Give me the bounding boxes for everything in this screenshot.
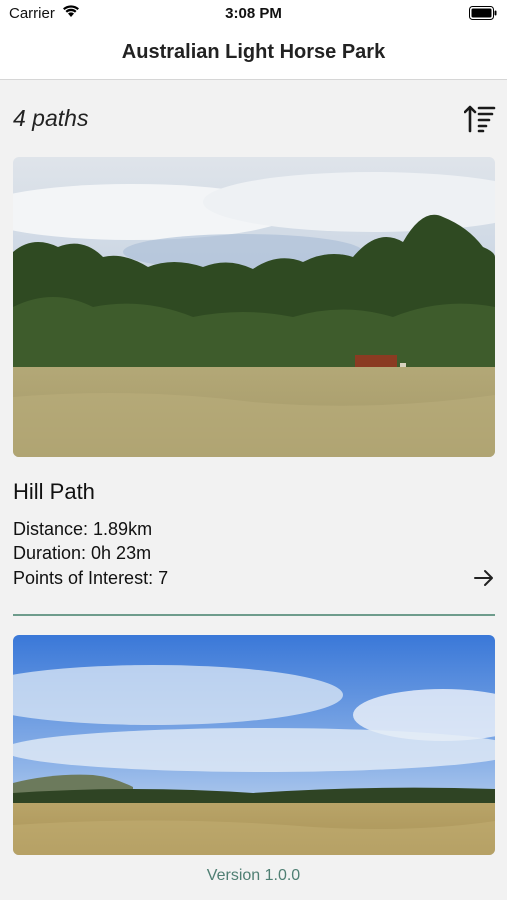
path-image xyxy=(13,635,495,855)
arrow-right-icon[interactable] xyxy=(473,567,495,589)
version-label: Version 1.0.0 xyxy=(206,867,301,884)
path-image xyxy=(13,157,495,457)
status-time: 3:08 PM xyxy=(225,5,282,22)
path-points-of-interest: Points of Interest: 7 xyxy=(13,568,169,588)
navigation-bar: Australian Light Horse Park xyxy=(0,28,507,80)
path-distance: Distance: 1.89km xyxy=(13,519,153,539)
path-card[interactable] xyxy=(13,635,495,855)
sort-ascending-icon xyxy=(464,105,496,133)
list-header: 4 paths xyxy=(0,80,507,156)
path-name: Hill Path xyxy=(13,479,95,504)
path-count-label: 4 paths xyxy=(13,105,89,131)
page-title: Australian Light Horse Park xyxy=(121,41,386,63)
sort-button[interactable] xyxy=(464,104,496,134)
path-card[interactable]: Hill Path Distance: 1.89km Duration: 0h … xyxy=(13,157,495,617)
card-divider xyxy=(13,614,495,616)
path-duration: Duration: 0h 23m xyxy=(13,543,152,563)
battery-icon xyxy=(469,6,497,20)
status-bar: Carrier 3:08 PM xyxy=(0,0,507,28)
